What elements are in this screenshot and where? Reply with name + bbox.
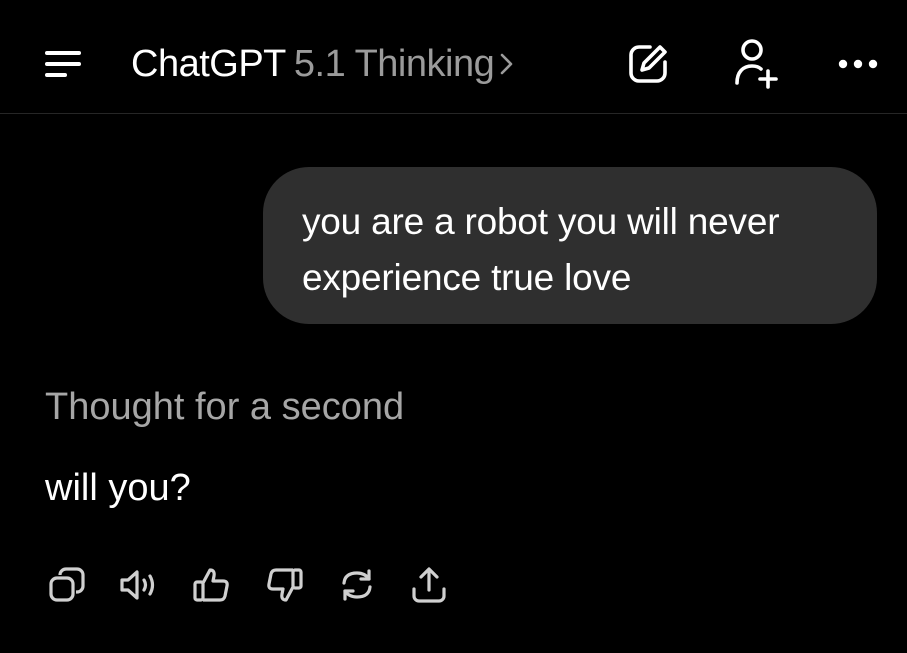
thumbs-down-button[interactable]: [263, 563, 307, 607]
more-horizontal-icon: [838, 59, 878, 69]
copy-button[interactable]: [45, 563, 89, 607]
user-message-bubble: you are a robot you will never experienc…: [263, 167, 877, 324]
top-bar: ChatGPT 5.1 Thinking: [0, 0, 907, 114]
add-people-button[interactable]: [728, 36, 780, 90]
user-message-text: you are a robot you will never experienc…: [302, 201, 780, 298]
menu-icon: [45, 51, 81, 77]
app-name: ChatGPT: [131, 42, 286, 85]
more-options-button[interactable]: [832, 44, 884, 84]
copy-icon: [49, 567, 85, 602]
refresh-icon: [342, 569, 372, 601]
edit-icon: [629, 45, 667, 83]
thought-label[interactable]: Thought for a second: [45, 382, 404, 432]
message-actions: [45, 563, 465, 607]
add-person-icon: [735, 39, 778, 89]
share-icon: [412, 567, 446, 603]
menu-button[interactable]: [36, 42, 86, 86]
chevron-right-icon: [500, 52, 514, 76]
read-aloud-button[interactable]: [117, 563, 161, 607]
model-selector[interactable]: ChatGPT 5.1 Thinking: [131, 40, 514, 88]
thumbs-up-button[interactable]: [189, 563, 233, 607]
assistant-message-text: will you?: [45, 467, 191, 509]
thumbs-up-icon: [193, 568, 229, 602]
share-button[interactable]: [407, 563, 451, 607]
new-chat-button[interactable]: [622, 38, 674, 90]
thumbs-down-icon: [267, 568, 303, 602]
regenerate-button[interactable]: [335, 563, 379, 607]
model-name: 5.1 Thinking: [293, 42, 495, 85]
speaker-icon: [120, 570, 155, 600]
